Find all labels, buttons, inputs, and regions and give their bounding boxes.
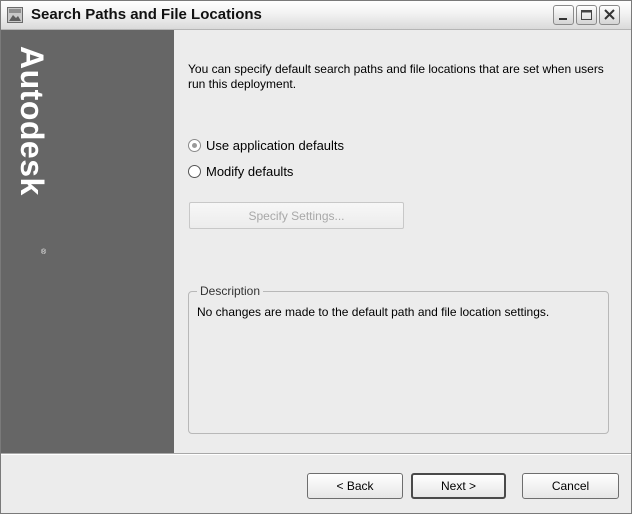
close-button[interactable]: [599, 5, 620, 25]
next-button[interactable]: Next >: [411, 473, 506, 499]
registered-mark: ®: [41, 249, 47, 256]
specify-settings-button[interactable]: Specify Settings...: [189, 202, 404, 229]
back-button[interactable]: < Back: [307, 473, 403, 499]
cancel-button[interactable]: Cancel: [522, 473, 619, 499]
app-icon: [7, 7, 23, 23]
maximize-icon: [581, 10, 592, 20]
radio-modify-defaults[interactable]: [188, 164, 201, 178]
title-bar[interactable]: Search Paths and File Locations: [1, 1, 631, 30]
option-label-use-defaults: Use application defaults: [206, 137, 345, 153]
brand-logo-text: Autodesk: [14, 46, 50, 196]
maximize-button[interactable]: [576, 5, 597, 25]
minimize-icon: [559, 18, 567, 20]
minimize-button[interactable]: [553, 5, 574, 25]
installer-window: Search Paths and File Locations Autodesk…: [0, 0, 632, 514]
radio-use-defaults[interactable]: [188, 138, 201, 152]
content-panel: You can specify default search paths and…: [175, 30, 631, 453]
brand-sidebar: Autodesk ®: [1, 30, 174, 453]
option-use-defaults[interactable]: Use application defaults: [188, 136, 344, 154]
option-label-modify-defaults: Modify defaults: [206, 163, 294, 179]
footer-divider: [1, 454, 631, 455]
description-text: No changes are made to the default path …: [197, 305, 550, 319]
close-icon: [604, 9, 615, 20]
option-modify-defaults[interactable]: Modify defaults: [188, 162, 293, 180]
intro-text: You can specify default search paths and…: [188, 62, 604, 91]
radio-selected-dot: [192, 142, 197, 148]
footer-bar: < Back Next > Cancel: [1, 453, 631, 513]
description-group: Description No changes are made to the d…: [188, 284, 609, 434]
description-legend: Description: [197, 284, 264, 298]
window-title: Search Paths and File Locations: [31, 6, 262, 23]
